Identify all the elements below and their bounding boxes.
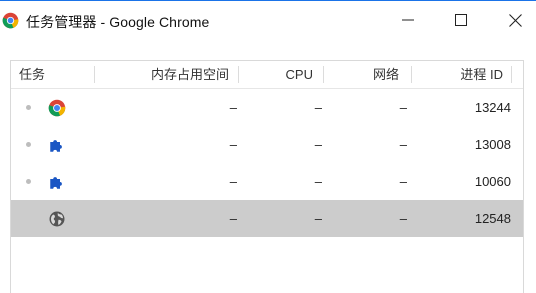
cpu-value: – bbox=[314, 100, 322, 115]
pid-value: 13008 bbox=[474, 137, 511, 152]
puzzle-extension-icon bbox=[50, 140, 62, 152]
column-header-cpu[interactable]: CPU bbox=[251, 61, 313, 88]
task-table: 任务 内存占用空间 CPU 网络 进程 ID – – – 13244 – – –… bbox=[10, 60, 524, 293]
chrome-logo-icon bbox=[48, 99, 66, 117]
table-row[interactable]: – – – 10060 bbox=[11, 163, 523, 200]
puzzle-extension-icon bbox=[50, 177, 62, 189]
table-header: 任务 内存占用空间 CPU 网络 进程 ID bbox=[11, 61, 523, 89]
status-dot bbox=[26, 142, 31, 147]
cpu-value: – bbox=[314, 137, 322, 152]
column-divider[interactable] bbox=[323, 66, 324, 83]
close-icon bbox=[508, 13, 522, 27]
cpu-value: – bbox=[314, 211, 322, 226]
pid-value: 12548 bbox=[474, 211, 511, 226]
column-divider[interactable] bbox=[94, 66, 95, 83]
column-divider[interactable] bbox=[511, 66, 512, 83]
network-value: – bbox=[399, 174, 407, 189]
cpu-value: – bbox=[314, 174, 322, 189]
status-dot bbox=[26, 105, 31, 110]
pid-value: 13244 bbox=[474, 100, 511, 115]
minimize-icon bbox=[402, 19, 414, 21]
column-divider[interactable] bbox=[238, 66, 239, 83]
table-row[interactable]: – – – 13244 bbox=[11, 89, 523, 126]
pid-value: 10060 bbox=[474, 174, 511, 189]
column-header-pid[interactable]: 进程 ID bbox=[421, 61, 503, 88]
table-row-selected[interactable]: – – – 12548 bbox=[11, 200, 523, 237]
maximize-icon bbox=[455, 14, 467, 26]
memory-value: – bbox=[229, 174, 237, 189]
network-value: – bbox=[399, 100, 407, 115]
globe-icon bbox=[49, 211, 65, 227]
memory-value: – bbox=[229, 211, 237, 226]
memory-value: – bbox=[229, 100, 237, 115]
column-header-network[interactable]: 网络 bbox=[331, 61, 399, 88]
column-header-task[interactable]: 任务 bbox=[19, 61, 45, 88]
table-row[interactable]: – – – 13008 bbox=[11, 126, 523, 163]
column-header-memory[interactable]: 内存占用空间 bbox=[141, 61, 229, 88]
network-value: – bbox=[399, 211, 407, 226]
column-divider[interactable] bbox=[411, 66, 412, 83]
close-button[interactable] bbox=[492, 1, 536, 39]
chrome-logo-icon bbox=[2, 12, 19, 29]
status-dot bbox=[26, 179, 31, 184]
network-value: – bbox=[399, 137, 407, 152]
task-manager-window: 任务管理器 - Google Chrome 任务 内存占用空间 CPU 网络 进… bbox=[0, 0, 536, 293]
window-title: 任务管理器 - Google Chrome bbox=[26, 14, 210, 30]
minimize-button[interactable] bbox=[385, 1, 431, 39]
memory-value: – bbox=[229, 137, 237, 152]
maximize-button[interactable] bbox=[438, 1, 484, 39]
